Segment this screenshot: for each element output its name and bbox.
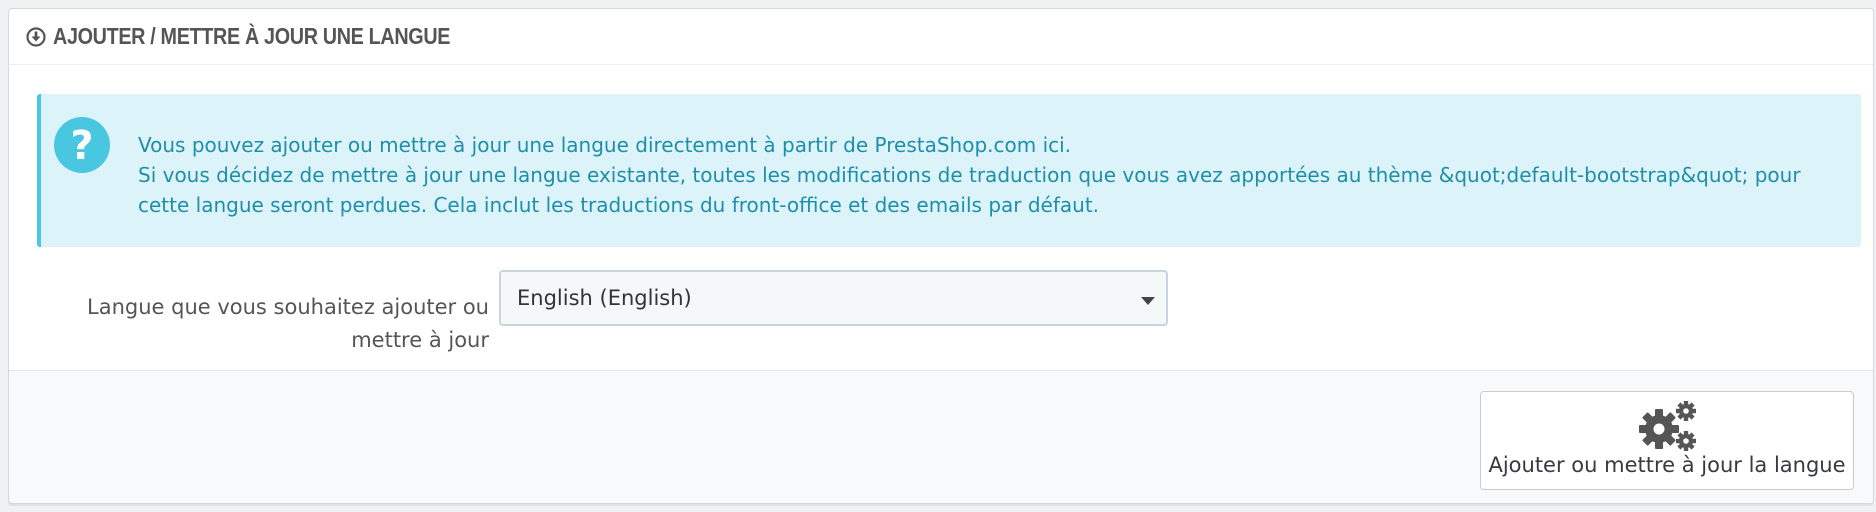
add-update-language-button-label: Ajouter ou mettre à jour la langue	[1488, 453, 1846, 477]
caret-down-icon	[1140, 292, 1156, 305]
alert-line: Si vous décidez de mettre à jour une lan…	[138, 163, 1801, 187]
alert-message: Vous pouvez ajouter ou mettre à jour une…	[138, 130, 1838, 220]
language-select-value: English (English)	[517, 286, 692, 310]
question-circle-icon: ?	[53, 116, 111, 174]
download-circle-icon	[25, 26, 47, 48]
label-line: mettre à jour	[351, 328, 489, 352]
label-line: Langue que vous souhaitez ajouter ou	[87, 295, 489, 319]
panel-heading: AJOUTER / METTRE À JOUR UNE LANGUE	[9, 9, 1873, 65]
add-update-language-button[interactable]: Ajouter ou mettre à jour la langue	[1480, 391, 1854, 490]
language-select[interactable]: English (English)	[499, 270, 1168, 326]
alert-line: cette langue seront perdues. Cela inclut…	[138, 193, 1100, 217]
add-update-language-panel: AJOUTER / METTRE À JOUR UNE LANGUE ? Vou…	[8, 8, 1874, 504]
alert-line: Vous pouvez ajouter ou mettre à jour une…	[138, 133, 1072, 157]
language-field-label: Langue que vous souhaitez ajouter ou met…	[49, 291, 489, 357]
panel-title: AJOUTER / METTRE À JOUR UNE LANGUE	[53, 23, 451, 49]
panel-footer: Ajouter ou mettre à jour la langue	[9, 370, 1873, 503]
svg-text:?: ?	[70, 123, 93, 169]
gears-icon	[1637, 401, 1699, 453]
info-alert: ? Vous pouvez ajouter ou mettre à jour u…	[37, 94, 1861, 247]
